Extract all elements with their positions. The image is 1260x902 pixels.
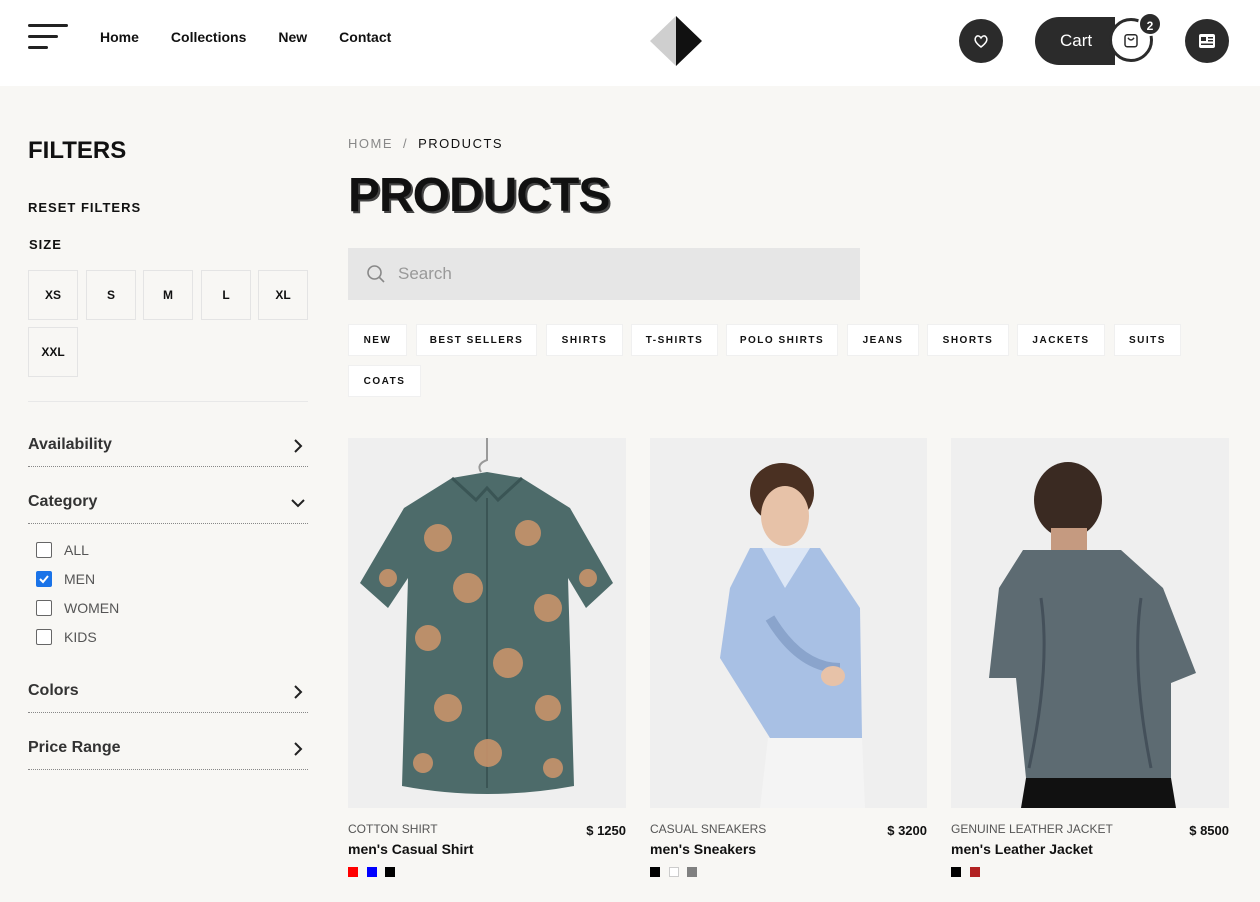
breadcrumb-separator: /	[403, 136, 409, 151]
nav-new-link[interactable]: New	[278, 29, 307, 45]
product-price: $ 1250	[586, 823, 626, 838]
category-chip-shirts[interactable]: SHIRTS	[546, 324, 623, 356]
category-label: MEN	[64, 571, 96, 587]
checkbox[interactable]	[36, 629, 52, 645]
chevron-down-icon[interactable]	[290, 495, 306, 511]
category-chip-coats[interactable]: COATS	[348, 365, 421, 397]
checkbox-checked[interactable]	[36, 571, 52, 587]
breadcrumb: HOME / PRODUCTS	[348, 136, 503, 151]
category-chip-suits[interactable]: SUITS	[1114, 324, 1181, 356]
product-subtitle: CASUAL SNEAKERS	[650, 822, 767, 836]
product-price: $ 8500	[1189, 823, 1229, 838]
size-label: SIZE	[29, 237, 62, 252]
category-chip-jackets[interactable]: JACKETS	[1017, 324, 1105, 356]
size-option-xs[interactable]: XS	[28, 270, 78, 320]
nav-home-link[interactable]: Home	[100, 29, 139, 45]
availability-accordion[interactable]: Availability	[28, 436, 112, 454]
sidebar-divider	[28, 401, 308, 402]
chevron-right-icon[interactable]	[290, 438, 306, 454]
brand-logo[interactable]	[650, 16, 702, 66]
category-option-men[interactable]: MEN	[36, 571, 95, 587]
nav-collections-link[interactable]: Collections	[171, 29, 246, 45]
shopping-bag-icon	[1124, 34, 1138, 48]
accordion-divider	[28, 466, 308, 467]
size-option-m[interactable]: M	[143, 270, 193, 320]
category-chip-new[interactable]: NEW	[348, 324, 407, 356]
filters-title: FILTERS	[28, 137, 127, 164]
color-swatch-red[interactable]	[348, 867, 358, 877]
product-image-leather-jacket[interactable]	[951, 438, 1229, 808]
category-option-women[interactable]: WOMEN	[36, 600, 119, 616]
product-name-link[interactable]: men's Leather Jacket	[951, 841, 1093, 857]
color-swatch-red[interactable]	[970, 867, 980, 877]
category-label: ALL	[64, 542, 89, 558]
category-chip-jeans[interactable]: JEANS	[847, 324, 919, 356]
product-name-link[interactable]: men's Sneakers	[650, 841, 756, 857]
product-subtitle: GENUINE LEATHER JACKET	[951, 822, 1113, 836]
cart-count-badge: 2	[1138, 12, 1162, 36]
nav-contact-link[interactable]: Contact	[339, 29, 391, 45]
hamburger-menu-icon[interactable]	[28, 24, 68, 50]
accordion-divider	[28, 769, 308, 770]
breadcrumb-current: PRODUCTS	[418, 136, 504, 151]
category-chip-best-sellers[interactable]: BEST SELLERS	[416, 324, 537, 356]
color-swatch-black[interactable]	[650, 867, 660, 877]
category-label: KIDS	[64, 629, 97, 645]
color-swatch-black[interactable]	[951, 867, 961, 877]
wishlist-button[interactable]	[959, 19, 1003, 63]
product-subtitle: COTTON SHIRT	[348, 822, 438, 836]
category-chip-t-shirts[interactable]: T-SHIRTS	[631, 324, 718, 356]
product-name-link[interactable]: men's Casual Shirt	[348, 841, 473, 857]
color-swatch-black[interactable]	[385, 867, 395, 877]
category-accordion[interactable]: Category	[28, 493, 97, 511]
reset-filters-button[interactable]: RESET FILTERS	[28, 200, 141, 215]
search-bar	[348, 248, 860, 300]
category-option-kids[interactable]: KIDS	[36, 629, 97, 645]
size-option-s[interactable]: S	[86, 270, 136, 320]
colors-accordion[interactable]: Colors	[28, 682, 79, 700]
accordion-divider	[28, 523, 308, 524]
product-price: $ 3200	[887, 823, 927, 838]
page-title: PRODUCTS	[348, 169, 610, 222]
category-label: WOMEN	[64, 600, 120, 616]
product-image-sneakers[interactable]	[650, 438, 927, 808]
checkmark-icon	[39, 575, 49, 584]
account-button[interactable]	[1185, 19, 1229, 63]
color-swatch-blue[interactable]	[367, 867, 377, 877]
chevron-right-icon[interactable]	[290, 741, 306, 757]
id-card-icon	[1199, 34, 1215, 48]
price-range-accordion[interactable]: Price Range	[28, 739, 120, 757]
category-option-all[interactable]: ALL	[36, 542, 89, 558]
color-swatch-gray[interactable]	[687, 867, 697, 877]
chevron-right-icon[interactable]	[290, 684, 306, 700]
main-nav: Home Collections New Contact	[100, 29, 391, 45]
checkbox[interactable]	[36, 542, 52, 558]
category-chip-shorts[interactable]: SHORTS	[927, 324, 1009, 356]
breadcrumb-home-link[interactable]: HOME	[348, 136, 393, 151]
size-option-xl[interactable]: XL	[258, 270, 308, 320]
heart-icon	[974, 35, 988, 48]
color-swatch-white[interactable]	[669, 867, 679, 877]
search-icon	[367, 265, 385, 283]
size-option-l[interactable]: L	[201, 270, 251, 320]
accordion-divider	[28, 712, 308, 713]
site-header: Home Collections New Contact Cart 2	[0, 0, 1260, 86]
search-input[interactable]	[398, 264, 818, 284]
product-image-casual-shirt[interactable]	[348, 438, 626, 808]
cart-button[interactable]: Cart	[1035, 17, 1115, 65]
category-chip-polo-shirts[interactable]: POLO SHIRTS	[726, 324, 838, 356]
size-option-xxl[interactable]: XXL	[28, 327, 78, 377]
checkbox[interactable]	[36, 600, 52, 616]
